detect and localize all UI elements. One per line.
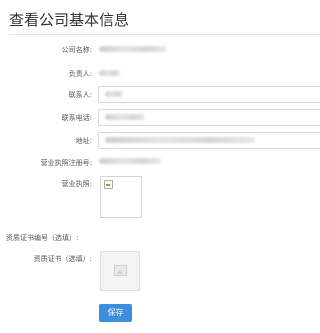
- phone-field[interactable]: [98, 109, 320, 126]
- qualification-upload[interactable]: [100, 251, 140, 291]
- phone-value: [105, 114, 145, 120]
- broken-image-icon: [104, 180, 113, 189]
- principal-value: [99, 70, 120, 76]
- license-number-label: 营业执照注册号:: [40, 159, 92, 167]
- address-label: 地址:: [75, 137, 92, 145]
- save-button[interactable]: 保存: [99, 304, 132, 322]
- address-value: [105, 137, 255, 143]
- company-name-label: 公司名称:: [61, 46, 92, 54]
- title-divider: [9, 34, 320, 35]
- company-name-value: [99, 46, 167, 52]
- page-title: 查看公司基本信息: [9, 11, 130, 29]
- license-image[interactable]: [100, 176, 142, 218]
- contact-value: [105, 91, 123, 97]
- contact-field[interactable]: [98, 86, 320, 103]
- contact-label: 联系人:: [68, 91, 92, 99]
- qualification-number-label: 资质证书编号（选填）:: [6, 234, 79, 242]
- phone-label: 联系电话:: [61, 114, 92, 122]
- image-placeholder-icon: [114, 265, 127, 276]
- license-label: 营业执照:: [61, 180, 92, 188]
- qualification-label: 资质证书（选填）:: [33, 255, 92, 263]
- license-number-value: [99, 158, 161, 164]
- principal-label: 负责人:: [68, 70, 92, 78]
- address-field[interactable]: [98, 132, 320, 149]
